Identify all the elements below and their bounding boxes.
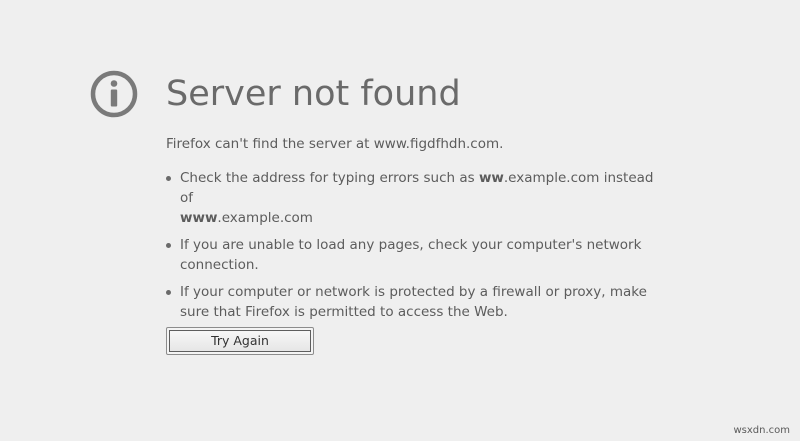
suggestion-text: If your computer or network is protected… [180,284,647,320]
bullet-icon [166,290,171,295]
watermark: wsxdn.com [733,425,790,436]
suggestion-check-address: Check the address for typing errors such… [162,168,662,228]
suggestion-bold-part: ww [478,170,504,186]
suggestion-network: If you are unable to load any pages, che… [162,235,662,275]
suggestion-firewall: If your computer or network is protected… [162,282,662,322]
suggestion-list: Check the address for typing errors such… [162,168,662,322]
try-again-button[interactable]: Try Again [166,327,314,355]
error-page: Server not found Firefox can't find the … [0,0,800,441]
info-icon [90,70,138,118]
suggestion-text: If you are unable to load any pages, che… [180,237,642,273]
suggestion-bold-part: www [180,210,218,226]
suggestion-text-part: Check the address for typing errors such… [180,170,479,186]
page-title: Server not found [166,74,461,114]
try-again-label: Try Again [169,330,311,352]
bullet-icon [166,176,171,181]
bullet-icon [166,243,171,248]
suggestion-text-part: .example.com [217,210,313,226]
error-short-description: Firefox can't find the server at www.fig… [166,136,504,152]
